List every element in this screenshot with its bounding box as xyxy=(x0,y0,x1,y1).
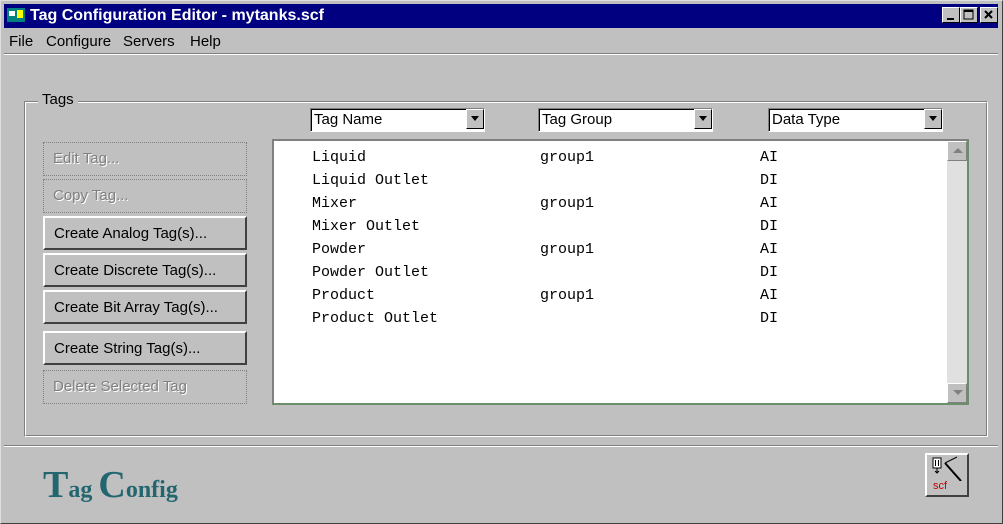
list-item[interactable]: Liquid group1 AI xyxy=(312,147,932,170)
arrow-up-icon xyxy=(953,148,963,153)
delete-selected-label: Delete Selected Tag xyxy=(53,378,187,395)
tag-name-cell: Mixer xyxy=(312,195,358,212)
vertical-scrollbar[interactable] xyxy=(947,141,967,403)
chevron-down-icon xyxy=(699,116,707,121)
list-item[interactable]: Powder Outlet DI xyxy=(312,262,932,285)
data-type-cell: AI xyxy=(760,287,779,304)
edit-tag-button[interactable]: Edit Tag... xyxy=(43,142,247,176)
chevron-down-icon xyxy=(929,116,937,121)
data-type-label: Data Type xyxy=(772,111,841,128)
create-analog-label: Create Analog Tag(s)... xyxy=(54,225,208,242)
create-bit-array-tag-button[interactable]: Create Bit Array Tag(s)... xyxy=(43,290,247,324)
create-string-label: Create String Tag(s)... xyxy=(54,340,201,357)
list-item[interactable]: Powder group1 AI xyxy=(312,239,932,262)
window-title: Tag Configuration Editor - mytanks.scf xyxy=(30,7,324,24)
tag-name-cell: Product Outlet xyxy=(312,310,439,327)
arrow-down-icon xyxy=(953,390,963,395)
title-bar[interactable]: Tag Configuration Editor - mytanks.scf xyxy=(4,4,998,28)
tag-group-label: Tag Group xyxy=(542,111,613,128)
tag-name-cell: Liquid Outlet xyxy=(312,172,430,189)
copy-tag-button[interactable]: Copy Tag... xyxy=(43,179,247,213)
wand-icon xyxy=(932,456,962,481)
list-item[interactable]: Product group1 AI xyxy=(312,285,932,308)
menu-file[interactable]: File xyxy=(9,33,33,50)
tag-name-cell: Powder Outlet xyxy=(312,264,430,281)
bottom-separator xyxy=(4,445,998,447)
tag-group-cell: group1 xyxy=(540,149,595,166)
menu-separator xyxy=(4,53,998,55)
app-window: Tag Configuration Editor - mytanks.scf F… xyxy=(0,0,1003,524)
scf-file-icon[interactable]: scf xyxy=(925,453,969,497)
tag-name-column-dropdown[interactable]: Tag Name xyxy=(310,108,485,132)
list-item[interactable]: Liquid Outlet DI xyxy=(312,170,932,193)
data-type-dropdown-button[interactable] xyxy=(924,109,942,129)
scroll-down-button[interactable] xyxy=(947,383,967,403)
tag-list[interactable]: Liquid group1 AI Liquid Outlet DI Mixer … xyxy=(272,139,969,405)
create-discrete-label: Create Discrete Tag(s)... xyxy=(54,262,217,279)
menu-bar: File Configure Servers Help xyxy=(4,30,998,52)
app-icon xyxy=(7,8,25,22)
tag-name-label: Tag Name xyxy=(314,111,383,128)
close-icon xyxy=(984,10,993,19)
tag-group-column-dropdown[interactable]: Tag Group xyxy=(538,108,713,132)
tag-name-cell: Mixer Outlet xyxy=(312,218,421,235)
close-button[interactable] xyxy=(980,7,998,23)
copy-tag-label: Copy Tag... xyxy=(53,187,129,204)
create-string-tag-button[interactable]: Create String Tag(s)... xyxy=(43,331,247,365)
tag-name-cell: Liquid xyxy=(312,149,367,166)
tag-name-cell: Product xyxy=(312,287,376,304)
chevron-down-icon xyxy=(471,116,479,121)
menu-help[interactable]: Help xyxy=(190,33,221,50)
tag-group-cell: group1 xyxy=(540,195,595,212)
tag-group-cell: group1 xyxy=(540,241,595,258)
tags-group-label: Tags xyxy=(38,91,78,108)
data-type-cell: DI xyxy=(760,264,779,281)
list-item[interactable]: Mixer Outlet DI xyxy=(312,216,932,239)
logo-t: T xyxy=(43,464,69,506)
data-type-cell: AI xyxy=(760,241,779,258)
data-type-cell: AI xyxy=(760,195,779,212)
tag-group-cell: group1 xyxy=(540,287,595,304)
maximize-icon xyxy=(963,9,974,20)
logo-c: C xyxy=(98,464,126,506)
logo-onfig: onfig xyxy=(125,477,178,503)
tag-name-cell: Powder xyxy=(312,241,367,258)
list-item[interactable]: Product Outlet DI xyxy=(312,308,932,331)
tag-group-dropdown-button[interactable] xyxy=(694,109,712,129)
data-type-cell: DI xyxy=(760,310,779,327)
data-type-cell: DI xyxy=(760,218,779,235)
minimize-icon xyxy=(947,18,954,20)
data-type-column-dropdown[interactable]: Data Type xyxy=(768,108,943,132)
data-type-cell: DI xyxy=(760,172,779,189)
create-analog-tag-button[interactable]: Create Analog Tag(s)... xyxy=(43,216,247,250)
logo-ag: ag xyxy=(68,477,99,503)
tagconfig-logo: Tag Config xyxy=(43,463,178,507)
create-discrete-tag-button[interactable]: Create Discrete Tag(s)... xyxy=(43,253,247,287)
create-bit-array-label: Create Bit Array Tag(s)... xyxy=(54,299,218,316)
scroll-up-button[interactable] xyxy=(947,141,967,161)
menu-configure[interactable]: Configure xyxy=(46,33,111,50)
menu-servers[interactable]: Servers xyxy=(123,33,175,50)
maximize-button[interactable] xyxy=(960,7,978,23)
scf-icon-label: scf xyxy=(933,480,948,492)
delete-selected-tag-button[interactable]: Delete Selected Tag xyxy=(43,370,247,404)
data-type-cell: AI xyxy=(760,149,779,166)
list-item[interactable]: Mixer group1 AI xyxy=(312,193,932,216)
minimize-button[interactable] xyxy=(942,7,960,23)
tag-name-dropdown-button[interactable] xyxy=(466,109,484,129)
edit-tag-label: Edit Tag... xyxy=(53,150,120,167)
